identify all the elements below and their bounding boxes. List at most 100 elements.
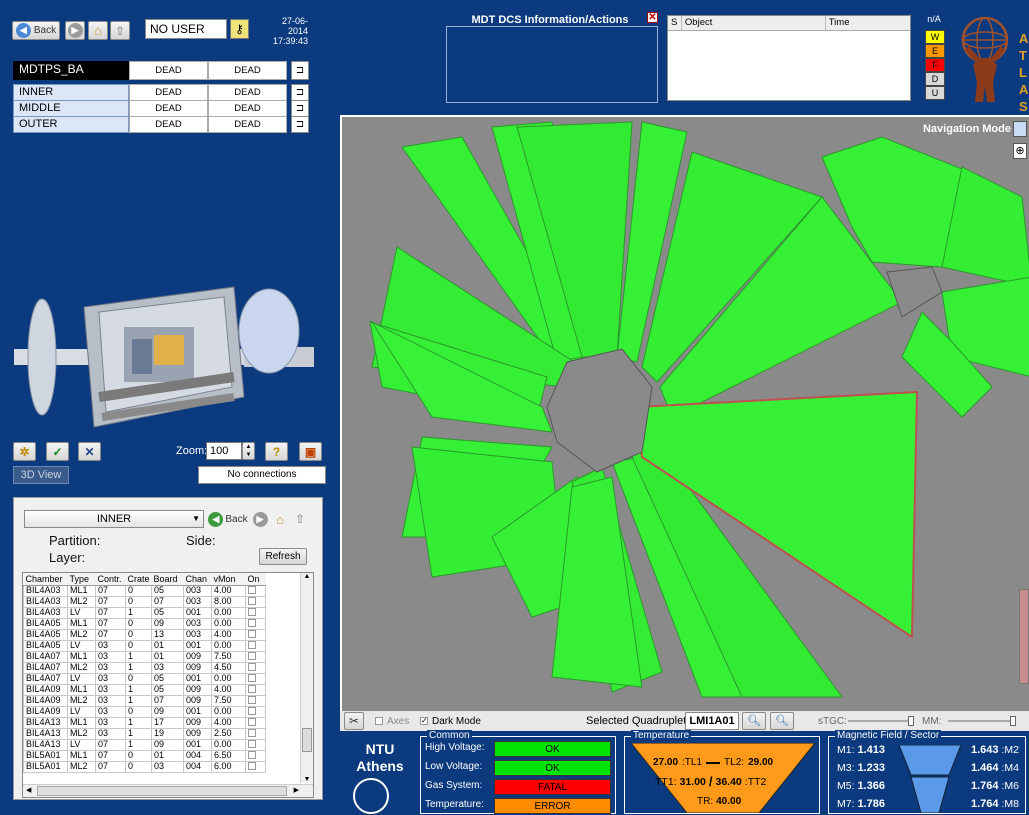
on-checkbox-cell[interactable] <box>245 628 267 641</box>
table-row[interactable]: BIL4A09 ML1 03 1 05 009 4.00 <box>23 683 267 696</box>
on-checkbox-cell[interactable] <box>245 595 267 608</box>
table-row[interactable]: BIL4A07 ML1 03 1 01 009 7.50 <box>23 650 267 663</box>
crosshair-icon[interactable]: ⊕ <box>1013 143 1027 159</box>
atlas-detector-image[interactable] <box>14 277 316 437</box>
lock-icon[interactable]: ⊐ <box>291 61 309 80</box>
partition-up-button[interactable]: ⇧ <box>291 510 309 528</box>
tools-icon[interactable]: ✂ <box>344 712 364 730</box>
column-header[interactable]: Chamber <box>23 573 68 586</box>
lock-icon[interactable]: ⊐ <box>291 116 309 133</box>
on-checkbox[interactable] <box>248 607 257 616</box>
on-checkbox-cell[interactable] <box>245 672 267 685</box>
on-checkbox-cell[interactable] <box>245 639 267 652</box>
table-row[interactable]: BIL4A03 LV 07 1 05 001 0.00 <box>23 606 267 619</box>
on-checkbox[interactable] <box>248 761 257 770</box>
on-checkbox[interactable] <box>248 750 257 759</box>
on-checkbox-cell[interactable] <box>245 584 267 597</box>
close-icon[interactable]: ✕ <box>647 12 658 23</box>
on-checkbox[interactable] <box>248 673 257 682</box>
on-checkbox-cell[interactable] <box>245 727 267 740</box>
home-button[interactable]: ⌂ <box>88 21 108 40</box>
table-row[interactable]: BIL4A09 LV 03 0 09 001 0.00 <box>23 705 267 718</box>
on-checkbox-cell[interactable] <box>245 716 267 729</box>
scroll-up-icon[interactable]: ▲ <box>301 573 313 580</box>
alarm-table[interactable]: S Object Time <box>667 15 911 101</box>
dark-mode-checkbox[interactable]: ✓ <box>420 717 428 725</box>
table-row[interactable]: BIL4A09 ML2 03 1 07 009 7.50 <box>23 694 267 707</box>
table-row[interactable]: BIL4A03 ML1 07 0 05 003 4.00 <box>23 584 267 597</box>
refresh-button[interactable]: Refresh <box>259 548 307 565</box>
column-header[interactable]: vMon <box>211 573 246 586</box>
partition-home-button[interactable]: ⌂ <box>271 510 289 528</box>
horizontal-scrollbar[interactable]: ◀ ▶ <box>23 784 313 797</box>
on-checkbox-cell[interactable] <box>245 617 267 630</box>
table-row[interactable]: BIL4A13 ML1 03 1 17 009 4.00 <box>23 716 267 729</box>
table-row[interactable]: BIL4A07 ML2 03 1 03 009 4.50 <box>23 661 267 674</box>
state-row-top[interactable]: MDTPS_BA DEAD DEAD ⊐ <box>13 61 309 80</box>
on-checkbox[interactable] <box>248 728 257 737</box>
scroll-down-icon[interactable]: ▼ <box>301 776 313 783</box>
on-checkbox-cell[interactable] <box>245 760 267 773</box>
table-row[interactable]: BIL4A05 ML1 07 0 09 003 0.00 <box>23 617 267 630</box>
up-button[interactable]: ⇧ <box>110 21 130 40</box>
column-header[interactable]: Contr. <box>95 573 126 586</box>
column-header[interactable]: Crate <box>125 573 152 586</box>
scroll-left-icon[interactable]: ◀ <box>26 786 31 794</box>
alarm-col-object[interactable]: Object <box>682 16 826 30</box>
partition-back-button[interactable]: ◀ Back <box>207 510 249 528</box>
table-row[interactable]: BIL5A01 ML2 07 0 03 004 6.00 <box>23 760 267 773</box>
mm-slider-thumb[interactable] <box>1010 716 1016 726</box>
stgc-slider-thumb[interactable] <box>908 716 914 726</box>
on-checkbox-cell[interactable] <box>245 683 267 696</box>
login-key-button[interactable]: ⚷ <box>230 19 249 39</box>
alarm-col-time[interactable]: Time <box>826 16 910 30</box>
table-row[interactable]: BIL4A05 ML2 07 0 13 003 4.00 <box>23 628 267 641</box>
on-checkbox-cell[interactable] <box>245 694 267 707</box>
on-checkbox[interactable] <box>248 717 257 726</box>
settings-button[interactable]: ✲ <box>13 442 36 461</box>
check-button[interactable]: ✓ <box>46 442 69 461</box>
on-checkbox[interactable] <box>248 684 257 693</box>
column-header[interactable]: Chan <box>183 573 212 586</box>
lock-icon[interactable]: ⊐ <box>291 84 309 101</box>
vertical-scrollbar[interactable]: ▲ ▼ <box>300 573 313 783</box>
selected-quadruplet-value[interactable]: LMI1A01 <box>685 712 739 730</box>
zoom-input[interactable]: 100 <box>206 442 242 460</box>
on-checkbox[interactable] <box>248 695 257 704</box>
zoom-spinner[interactable]: ▲ ▼ <box>242 442 255 460</box>
help-button[interactable]: ? <box>265 442 288 461</box>
zoom-in-icon[interactable]: 🔍︎ <box>742 712 766 730</box>
alarm-col-s[interactable]: S <box>668 16 682 30</box>
on-checkbox[interactable] <box>248 585 257 594</box>
on-checkbox[interactable] <box>248 618 257 627</box>
partition-select[interactable]: INNER ▼ <box>24 510 204 528</box>
save-button[interactable]: ▣ <box>299 442 322 461</box>
on-checkbox-cell[interactable] <box>245 749 267 762</box>
on-checkbox-cell[interactable] <box>245 650 267 663</box>
forward-button[interactable]: ▶ <box>65 21 85 40</box>
on-checkbox[interactable] <box>248 651 257 660</box>
table-row[interactable]: BIL4A13 LV 07 1 09 001 0.00 <box>23 738 267 751</box>
state-row-middle[interactable]: MIDDLE DEAD DEAD ⊐ <box>13 100 309 117</box>
table-row[interactable]: BIL4A13 ML2 03 1 19 009 2.50 <box>23 727 267 740</box>
on-checkbox-cell[interactable] <box>245 738 267 751</box>
table-row[interactable]: BIL4A03 ML2 07 0 07 003 8.00 <box>23 595 267 608</box>
mm-slider[interactable] <box>948 716 1016 726</box>
table-row[interactable]: BIL4A05 LV 03 0 01 001 0.00 <box>23 639 267 652</box>
table-row[interactable]: BIL4A07 LV 03 0 05 001 0.00 <box>23 672 267 685</box>
column-header[interactable]: On <box>245 573 266 586</box>
table-row[interactable]: BIL5A01 ML1 07 0 01 004 6.50 <box>23 749 267 762</box>
state-row-outer[interactable]: OUTER DEAD DEAD ⊐ <box>13 116 309 133</box>
scroll-thumb[interactable] <box>302 728 312 752</box>
nav-mode-icon[interactable] <box>1013 121 1027 137</box>
on-checkbox[interactable] <box>248 629 257 638</box>
on-checkbox[interactable] <box>248 662 257 671</box>
on-checkbox-cell[interactable] <box>245 705 267 718</box>
on-checkbox[interactable] <box>248 596 257 605</box>
stgc-slider[interactable] <box>848 716 914 726</box>
channel-table[interactable]: Chamber Type Contr. Crate Board Chan vMon On BI… <box>22 572 314 798</box>
on-checkbox[interactable] <box>248 739 257 748</box>
3d-view-button[interactable]: 3D View <box>13 466 69 484</box>
state-row-inner[interactable]: INNER DEAD DEAD ⊐ <box>13 84 309 101</box>
lock-icon[interactable]: ⊐ <box>291 100 309 117</box>
